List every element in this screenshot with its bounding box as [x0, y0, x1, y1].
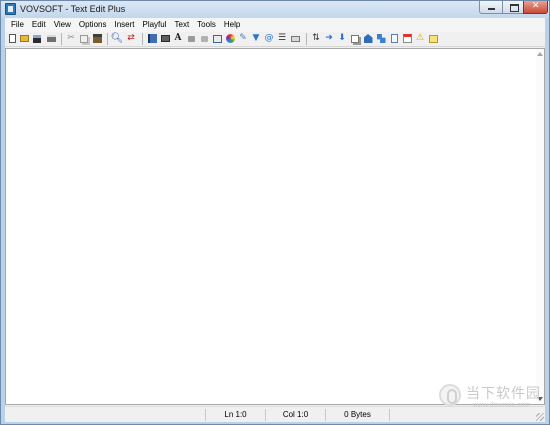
calendar-icon[interactable] — [402, 33, 412, 44]
replace-icon[interactable]: ⇄ — [126, 33, 136, 44]
brush-icon[interactable]: ✎ — [238, 33, 248, 44]
scroll-up-icon[interactable] — [537, 52, 543, 56]
toolbar-separator — [61, 33, 62, 45]
lock-icon[interactable] — [186, 33, 196, 44]
toolbar-separator — [142, 33, 143, 45]
menu-edit[interactable]: Edit — [28, 18, 50, 32]
toolbar-separator — [107, 33, 108, 45]
paste-icon[interactable] — [92, 33, 102, 44]
watermark-logo — [439, 384, 461, 406]
menu-view[interactable]: View — [50, 18, 75, 32]
unlock-icon[interactable] — [199, 33, 209, 44]
arrow-right-icon[interactable]: ➜ — [324, 33, 334, 44]
menu-file[interactable]: File — [7, 18, 28, 32]
keyboard-icon-2[interactable] — [290, 33, 300, 44]
status-column: Col 1:0 — [265, 409, 325, 421]
watermark-url: www.downxia.com — [473, 402, 531, 409]
menu-playful[interactable]: Playful — [138, 18, 170, 32]
warning-icon[interactable]: ⚠ — [415, 33, 425, 44]
status-line: Ln 1:0 — [205, 409, 265, 421]
color-wheel-icon[interactable] — [225, 33, 235, 44]
app-icon[interactable] — [5, 3, 16, 15]
toolbar-separator — [306, 33, 307, 45]
menu-text[interactable]: Text — [171, 18, 194, 32]
status-bar: Ln 1:0 Col 1:0 0 Bytes — [5, 406, 545, 422]
save-icon[interactable] — [32, 33, 42, 44]
menu-insert[interactable]: Insert — [110, 18, 138, 32]
list-icon[interactable]: ☰ — [277, 33, 287, 44]
note-icon[interactable] — [428, 33, 438, 44]
copy-pages-icon[interactable] — [350, 33, 360, 44]
menu-tools[interactable]: Tools — [193, 18, 220, 32]
arrow-down-icon[interactable]: ⬇ — [337, 33, 347, 44]
status-divider — [389, 409, 390, 421]
copy-icon[interactable] — [79, 33, 89, 44]
minimize-button[interactable] — [479, 1, 503, 14]
open-folder-icon[interactable] — [19, 33, 29, 44]
status-size: 0 Bytes — [325, 409, 389, 421]
blue-shape-icon[interactable] — [363, 33, 373, 44]
menu-options[interactable]: Options — [75, 18, 111, 32]
vertical-scrollbar[interactable] — [536, 49, 544, 404]
cut-icon[interactable]: ✂ — [66, 33, 76, 44]
resize-grip[interactable] — [536, 413, 544, 421]
filter-icon[interactable]: ▼ — [251, 33, 261, 44]
image-icon[interactable] — [212, 33, 222, 44]
keyboard-icon[interactable] — [160, 33, 170, 44]
watermark-title: 当下软件园 — [466, 386, 541, 402]
book-icon[interactable] — [147, 33, 157, 44]
menu-help[interactable]: Help — [220, 18, 244, 32]
document-icon[interactable] — [389, 33, 399, 44]
text-editor[interactable] — [5, 48, 545, 405]
close-button[interactable] — [523, 1, 548, 14]
email-icon[interactable]: @ — [264, 33, 274, 44]
toolbar: ✂ 🔍︎ ⇄ A ✎ ▼ @ ☰ ⇅ ➜ ⬇ ⚠ — [5, 32, 545, 47]
new-file-icon[interactable] — [7, 33, 17, 44]
font-icon[interactable]: A — [173, 33, 183, 44]
maximize-button[interactable] — [502, 1, 524, 14]
title-bar[interactable]: VOVSOFT - Text Edit Plus — [1, 1, 549, 18]
network-icon[interactable] — [376, 33, 386, 44]
client-area: File Edit View Options Insert Playful Te… — [5, 18, 545, 422]
window-title: VOVSOFT - Text Edit Plus — [20, 4, 126, 14]
app-window: VOVSOFT - Text Edit Plus File Edit View … — [0, 0, 550, 425]
sort-icon[interactable]: ⇅ — [311, 33, 321, 44]
print-icon[interactable] — [46, 33, 56, 44]
find-icon[interactable]: 🔍︎ — [111, 33, 124, 44]
menu-bar: File Edit View Options Insert Playful Te… — [5, 18, 545, 32]
